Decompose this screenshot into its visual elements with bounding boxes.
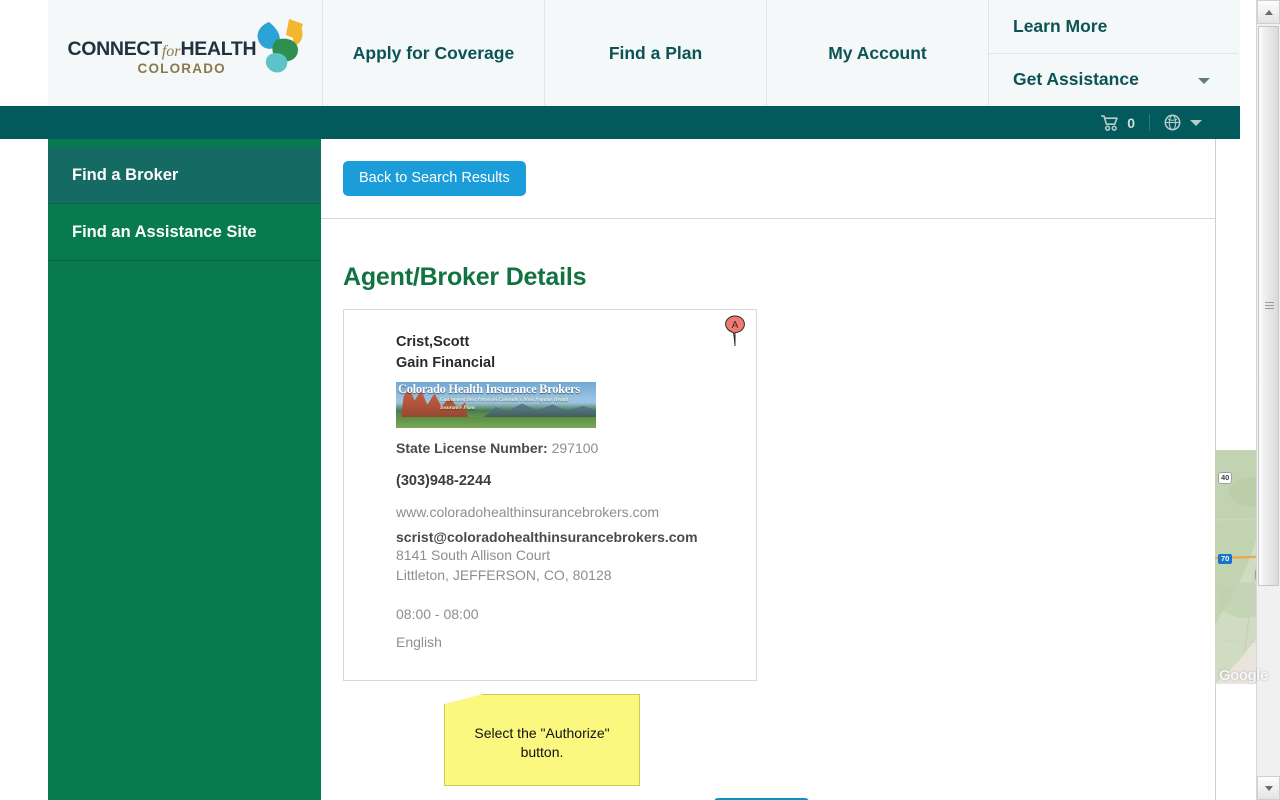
broker-banner-image: Colorado Health Insurance Brokers Guaran… <box>396 382 596 429</box>
scrollbar-thumb[interactable] <box>1258 26 1279 586</box>
shopping-cart-icon <box>1101 115 1119 131</box>
highway-shield-icon: 40 <box>1218 472 1233 484</box>
sidebar-top-strip <box>48 139 321 147</box>
cart-button[interactable]: 0 <box>1100 114 1149 131</box>
chevron-down-icon <box>1198 77 1210 84</box>
scroll-up-button[interactable] <box>1257 0 1280 24</box>
state-license-label: State License Number: <box>396 440 548 457</box>
nav-my-account[interactable]: My Account <box>767 0 989 106</box>
sidebar-item-find-an-assistance-site[interactable]: Find an Assistance Site <box>48 204 321 261</box>
nav-find-a-plan[interactable]: Find a Plan <box>545 0 767 106</box>
broker-address-line-2: Littleton, JEFFERSON, CO, 80128 <box>396 567 612 584</box>
nav-get-assistance-label: Get Assistance <box>1013 69 1139 90</box>
cart-count: 0 <box>1127 114 1135 131</box>
chevron-down-icon <box>1264 785 1273 791</box>
state-license-number: 297100 <box>551 440 599 457</box>
broker-website[interactable]: www.coloradohealthinsurancebrokers.com <box>396 504 756 520</box>
logo-colorado-text: COLORADO <box>137 61 226 76</box>
page-root: CONNECTforHEALTH COLORADO Apply for Cove… <box>0 0 1280 800</box>
nav-get-assistance[interactable]: Get Assistance <box>989 54 1238 107</box>
nav-apply-for-coverage[interactable]: Apply for Coverage <box>323 0 545 106</box>
broker-address-line-1: 8141 South Allison Court <box>396 547 551 564</box>
nav-learn-more-label: Learn More <box>1013 15 1108 36</box>
map-attribution: Map Data Terms of Use Report a map error <box>1215 684 1280 698</box>
google-watermark: Google <box>1219 667 1268 684</box>
broker-phone: (303)948-2244 <box>396 473 492 490</box>
content-toolbar: Back to Search Results <box>321 139 1215 219</box>
broker-hours: 08:00 - 08:00 <box>396 605 479 622</box>
globe-icon <box>1164 114 1181 131</box>
leaf-drop-logo-icon <box>257 19 303 73</box>
site-header: CONNECTforHEALTH COLORADO Apply for Cove… <box>48 0 1240 106</box>
callout-text: Select the "Authorize" button. <box>474 725 610 760</box>
logo-for-text: for <box>161 43 181 60</box>
sidebar-item-label: Find an Assistance Site <box>72 222 257 241</box>
broker-email[interactable]: scrist@coloradohealthinsurancebrokers.co… <box>396 529 756 545</box>
logo-wordmark: CONNECTforHEALTH <box>67 38 263 60</box>
language-selector[interactable] <box>1150 114 1202 131</box>
nav-learn-more[interactable]: Learn More <box>989 0 1238 54</box>
logo-connect-text: CONNECT <box>67 38 163 60</box>
site-logo[interactable]: CONNECTforHEALTH COLORADO <box>48 0 323 106</box>
broker-organization: Gain Financial <box>396 355 496 372</box>
broker-name: Crist,Scott <box>396 334 470 350</box>
broker-language: English <box>396 633 442 650</box>
banner-foreground <box>396 417 596 429</box>
broker-details-card: A Crist,Scott Gain Financial Colorado He… <box>343 309 757 681</box>
state-license-row: State License Number: 297100 <box>396 440 756 456</box>
sidebar-item-label: Find a Broker <box>72 165 179 184</box>
page-title: Agent/Broker Details <box>343 263 587 291</box>
sidebar-item-find-a-broker[interactable]: Find a Broker <box>48 147 321 204</box>
header-right-stack: Learn More Get Assistance <box>989 0 1238 106</box>
logo-health-text: HEALTH <box>180 38 257 60</box>
chevron-up-icon <box>1264 9 1273 15</box>
back-to-search-results-button[interactable]: Back to Search Results <box>343 161 526 196</box>
scrollbar-grip-icon <box>1265 302 1274 310</box>
utility-bar: 0 <box>0 106 1240 139</box>
scroll-down-button[interactable] <box>1257 776 1280 800</box>
left-sidebar: Find a Broker Find an Assistance Site <box>48 139 321 800</box>
banner-title: Colorado Health Insurance Brokers <box>398 382 580 397</box>
banner-subtitle: Guaranteed Best Prices on Colorado's Mos… <box>440 397 569 411</box>
highway-shield-icon: 70 <box>1218 554 1233 564</box>
left-margin <box>0 139 48 800</box>
chevron-down-icon <box>1190 119 1202 126</box>
